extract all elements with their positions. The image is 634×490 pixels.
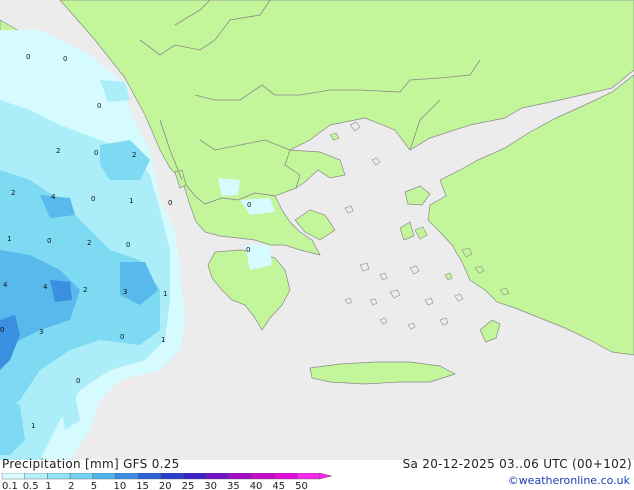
scale-swatch <box>296 473 321 480</box>
precip-value: 0 <box>76 377 80 385</box>
scale-swatch <box>24 473 48 480</box>
precip-value: 2 <box>56 147 60 155</box>
scale-swatch <box>251 473 275 480</box>
scale-swatch <box>92 473 116 480</box>
precip-color-scale: 0.1 0.5 1 2 5 10 15 20 25 30 35 40 45 50 <box>1 473 332 490</box>
precip-value: 1 <box>7 235 11 243</box>
credit-link[interactable]: ©weatheronline.co.uk <box>508 474 630 487</box>
precip-value: 0 <box>168 199 172 207</box>
scale-swatch <box>160 473 184 480</box>
precip-value: 0 <box>91 195 95 203</box>
scale-tick-label: 35 <box>227 481 240 490</box>
scale-swatch <box>1 473 25 480</box>
scale-swatches <box>1 473 332 480</box>
scale-swatch <box>47 473 71 480</box>
scale-labels: 0.1 0.5 1 2 5 10 15 20 25 30 35 40 45 50 <box>2 481 308 490</box>
precip-value: 0 <box>246 246 250 254</box>
scale-tick-label: 0.5 <box>23 481 39 490</box>
scale-swatch <box>228 473 252 480</box>
precip-value: 0 <box>126 241 130 249</box>
scale-swatch <box>137 473 162 480</box>
precip-value: 0 <box>47 237 51 245</box>
scale-tick-label: 1 <box>45 481 51 490</box>
precip-value: 2 <box>87 239 91 247</box>
scale-tick-label: 20 <box>159 481 172 490</box>
scale-tick-label: 45 <box>272 481 285 490</box>
precip-value: 0 <box>247 201 251 209</box>
scale-swatch <box>274 473 298 480</box>
precip-value: 0 <box>63 55 67 63</box>
precip-value: 1 <box>161 336 165 344</box>
precip-value: 4 <box>51 193 56 201</box>
scale-swatch <box>115 473 139 480</box>
valid-time: Sa 20-12-2025 03..06 UTC (00+102) <box>402 457 632 471</box>
scale-swatch <box>206 473 230 480</box>
precip-value: 0 <box>26 53 30 61</box>
precip-value: 3 <box>39 328 43 336</box>
precip-value: 1 <box>163 290 167 298</box>
map-title: Precipitation [mm] GFS 0.25 <box>2 457 180 471</box>
scale-tick-label: 0.1 <box>2 481 18 490</box>
scale-tick-label: 2 <box>68 481 74 490</box>
scale-tick-label: 5 <box>91 481 97 490</box>
precip-value: 0 <box>97 102 101 110</box>
scale-tick-label: 25 <box>182 481 195 490</box>
precip-value: 0 <box>0 326 4 334</box>
scale-tick-label: 30 <box>204 481 217 490</box>
crete <box>309 361 456 385</box>
precip-value: 2 <box>132 151 136 159</box>
precip-value: 0 <box>94 149 98 157</box>
scale-tick-label: 50 <box>295 481 308 490</box>
precip-value: 1 <box>129 197 133 205</box>
scale-swatch <box>69 473 93 480</box>
scale-swatch <box>183 473 207 480</box>
precip-value: 1 <box>31 422 35 430</box>
precip-value: 3 <box>123 288 127 296</box>
scale-tick-label: 40 <box>250 481 263 490</box>
precip-value: 2 <box>11 189 15 197</box>
precip-value: 0 <box>120 333 124 341</box>
scale-arrow <box>319 473 332 480</box>
scale-tick-label: 15 <box>136 481 149 490</box>
precip-value: 4 <box>43 283 48 291</box>
precip-value: 2 <box>83 286 87 294</box>
precip-value: 4 <box>3 281 8 289</box>
weather-map: 0 0 0 0 2 2 2 4 0 1 0 0 1 0 2 0 0 4 4 2 … <box>0 0 634 460</box>
scale-tick-label: 10 <box>114 481 127 490</box>
